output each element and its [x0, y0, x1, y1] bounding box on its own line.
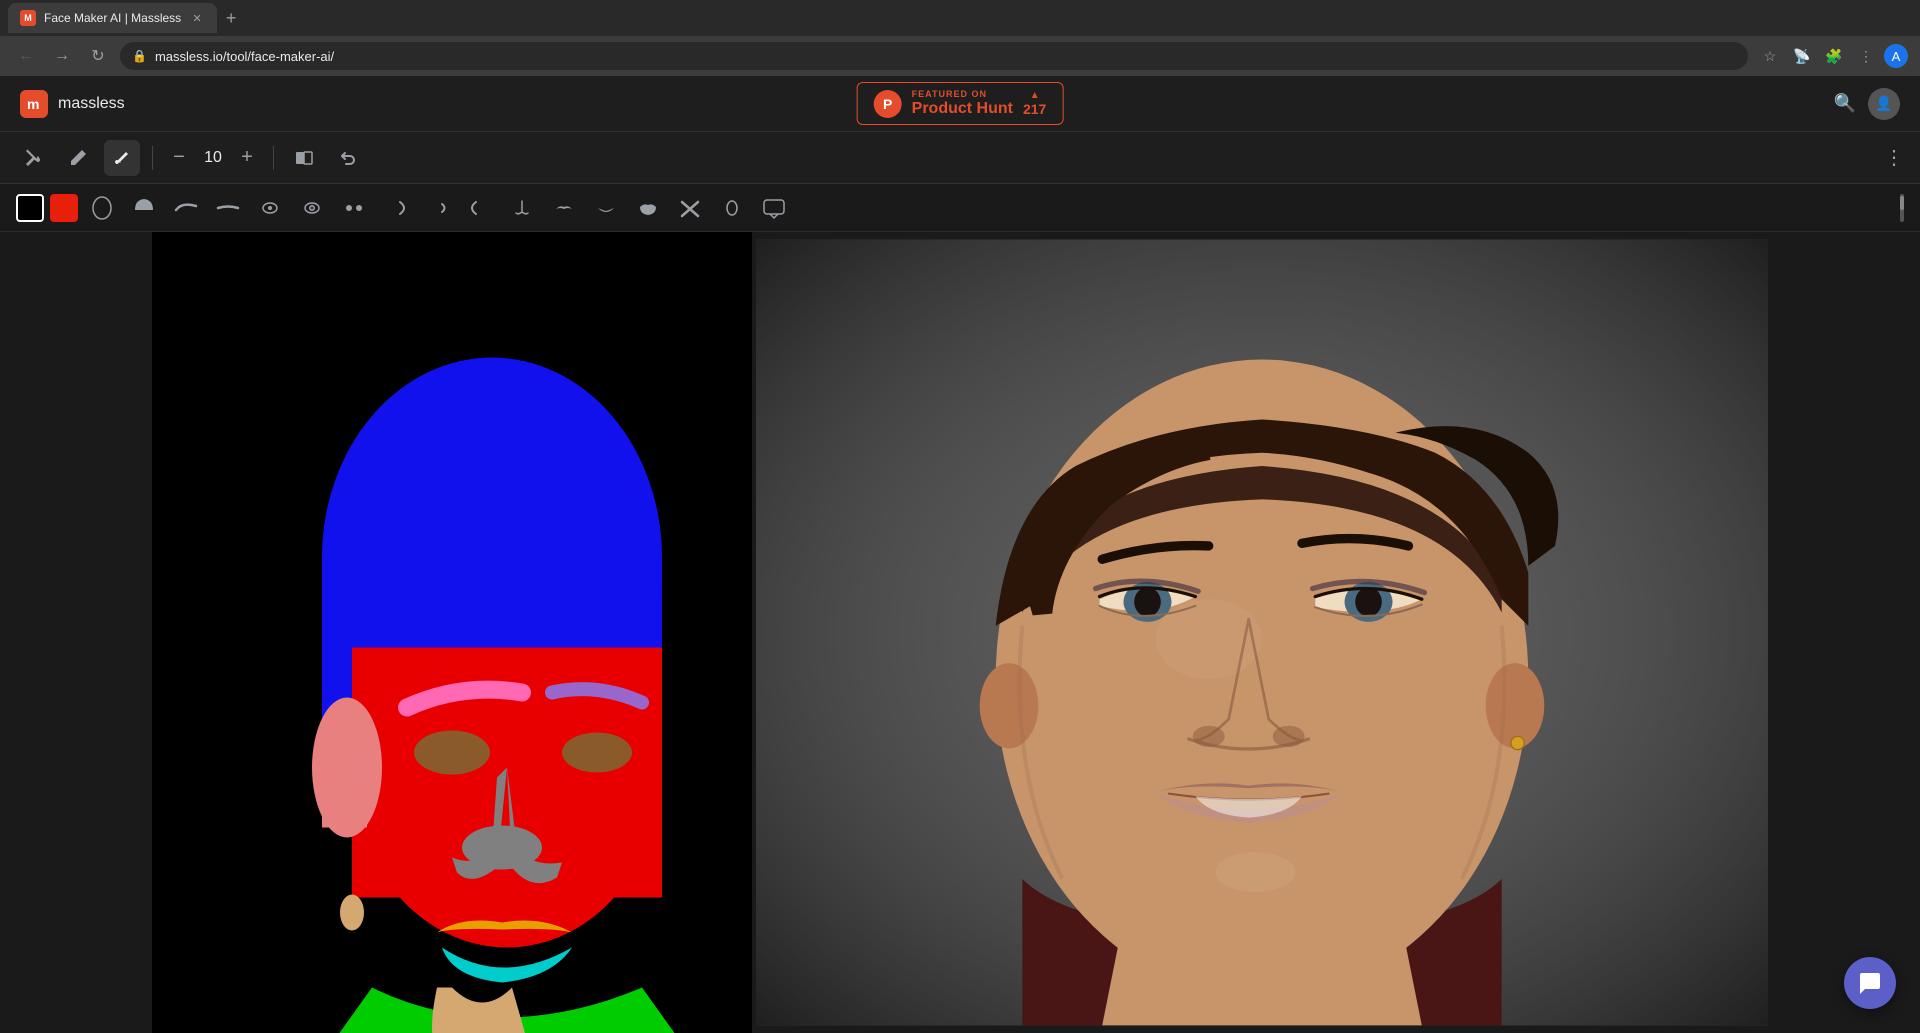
address-bar[interactable]: 🔒 massless.io/tool/face-maker-ai/	[120, 42, 1748, 70]
segment-eyebrow-flat[interactable]	[210, 190, 246, 226]
search-button[interactable]: 🔍	[1834, 93, 1856, 114]
segment-ear-left[interactable]	[462, 190, 498, 226]
brush-tool[interactable]	[104, 140, 140, 176]
ph-vote-count: ▲ 217	[1023, 90, 1046, 117]
undo-button[interactable]	[330, 140, 366, 176]
segment-eye-dots[interactable]	[336, 190, 372, 226]
segment-face-x[interactable]	[672, 190, 708, 226]
bookmark-star-button[interactable]: ☆	[1756, 42, 1784, 70]
toolbar-separator-1	[152, 146, 153, 170]
app-container: m massless P FEATURED ON Product Hunt ▲ …	[0, 76, 1920, 1033]
lock-icon: 🔒	[132, 49, 147, 63]
cast-button[interactable]: 📡	[1788, 42, 1816, 70]
new-tab-button[interactable]: +	[217, 4, 245, 32]
more-button[interactable]: ⋮	[1852, 42, 1880, 70]
segment-face-oval[interactable]	[84, 190, 120, 226]
fill-tool[interactable]	[286, 140, 322, 176]
svg-text:m: m	[27, 96, 39, 112]
result-canvas	[756, 232, 1768, 1033]
scroll-track	[1900, 194, 1904, 222]
tab-close-button[interactable]: ✕	[189, 10, 205, 26]
segment-nose-small[interactable]	[504, 190, 540, 226]
tab-bar: M Face Maker AI | Massless ✕ +	[0, 0, 1920, 36]
back-button[interactable]: ←	[12, 42, 40, 70]
logo-icon: m	[20, 90, 48, 118]
extensions-button[interactable]: 🧩	[1820, 42, 1848, 70]
product-hunt-badge[interactable]: P FEATURED ON Product Hunt ▲ 217	[857, 82, 1064, 125]
browser-chrome: M Face Maker AI | Massless ✕ + ← → ↻ 🔒 m…	[0, 0, 1920, 76]
toolbar-right	[1900, 194, 1904, 222]
segment-hair-top[interactable]	[126, 190, 162, 226]
logo-area: m massless	[20, 90, 125, 118]
drawing-toolbar: − 10 + ⋮	[0, 132, 1920, 184]
paint-bucket-tool[interactable]	[16, 140, 52, 176]
drawing-canvas[interactable]	[152, 232, 752, 1033]
user-avatar[interactable]: 👤	[1868, 88, 1900, 120]
ph-count-number: 217	[1023, 101, 1046, 117]
browser-actions: ☆ 📡 🧩 ⋮ A	[1756, 42, 1908, 70]
segment-lips-full[interactable]	[630, 190, 666, 226]
size-control: − 10 +	[165, 144, 261, 172]
size-decrease-button[interactable]: −	[165, 144, 193, 172]
size-increase-button[interactable]: +	[233, 144, 261, 172]
tab-favicon: M	[20, 10, 36, 26]
left-panel	[0, 232, 152, 1033]
segment-ear-right[interactable]	[378, 190, 414, 226]
active-tab[interactable]: M Face Maker AI | Massless ✕	[8, 3, 217, 33]
app-header: m massless P FEATURED ON Product Hunt ▲ …	[0, 76, 1920, 132]
pencil-tool[interactable]	[60, 140, 96, 176]
segment-eye-open[interactable]	[294, 190, 330, 226]
ph-featured-label: FEATURED ON	[912, 89, 1013, 99]
product-hunt-text: FEATURED ON Product Hunt	[912, 89, 1013, 118]
reload-button[interactable]: ↻	[84, 42, 112, 70]
logo-text: massless	[58, 95, 125, 113]
profile-button[interactable]: A	[1884, 44, 1908, 68]
forward-button[interactable]: →	[48, 42, 76, 70]
chat-button[interactable]	[1844, 957, 1896, 1009]
result-face-svg	[756, 232, 1768, 1033]
segment-eyebrow-arch[interactable]	[168, 190, 204, 226]
right-panel	[1768, 232, 1920, 1033]
tab-title: Face Maker AI | Massless	[44, 11, 181, 25]
color-black-swatch[interactable]	[16, 194, 44, 222]
chat-icon	[1857, 970, 1883, 996]
segment-eye-closed[interactable]	[252, 190, 288, 226]
color-red-swatch[interactable]	[50, 194, 78, 222]
size-value: 10	[201, 149, 225, 167]
segment-toolbar	[0, 184, 1920, 232]
segment-chin[interactable]	[756, 190, 792, 226]
ph-name: Product Hunt	[912, 100, 1013, 118]
more-options-button[interactable]: ⋮	[1884, 145, 1904, 170]
scroll-thumb	[1900, 196, 1904, 210]
segment-lips-lower[interactable]	[588, 190, 624, 226]
canvas-area	[0, 232, 1920, 1033]
segment-lips-upper[interactable]	[546, 190, 582, 226]
product-hunt-logo: P	[874, 90, 902, 118]
segment-nose-oval[interactable]	[714, 190, 750, 226]
header-right: 🔍 👤	[1834, 88, 1900, 120]
segment-ear-small[interactable]	[420, 190, 456, 226]
url-text: massless.io/tool/face-maker-ai/	[155, 49, 334, 64]
face-drawing-svg	[152, 232, 752, 1033]
toolbar-separator-2	[273, 146, 274, 170]
browser-toolbar: ← → ↻ 🔒 massless.io/tool/face-maker-ai/ …	[0, 36, 1920, 76]
ph-upvote-arrow: ▲	[1030, 90, 1040, 101]
